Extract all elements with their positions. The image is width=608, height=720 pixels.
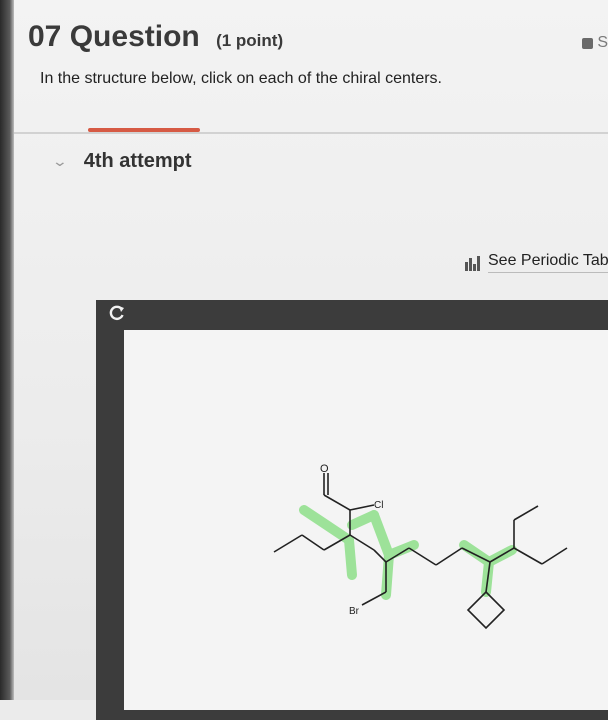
screen-edge <box>0 0 14 700</box>
skeletal-bonds <box>273 473 568 630</box>
chiral-highlights <box>299 505 517 600</box>
top-right-letter: S <box>597 34 608 51</box>
question-points: (1 point) <box>216 31 284 50</box>
molecule-structure[interactable]: O Cl Br <box>124 330 608 710</box>
question-prompt: In the structure below, click on each of… <box>40 70 442 87</box>
periodic-table-link[interactable]: See Periodic Table <box>464 252 608 273</box>
bar-chart-icon <box>465 255 480 271</box>
periodic-table-label: See Periodic Table <box>488 252 608 273</box>
question-title: 07 Question (1 point) <box>28 20 283 54</box>
question-word: Question <box>69 20 200 53</box>
top-right-control[interactable]: S <box>582 34 608 52</box>
question-number: 07 <box>28 20 62 53</box>
square-icon <box>582 37 594 49</box>
chlorine-label: Cl <box>374 500 383 511</box>
attempt-toggle[interactable]: ⌄ 4th attempt <box>51 150 192 173</box>
attempt-progress-bar <box>88 128 200 132</box>
bromine-label: Br <box>349 606 360 617</box>
chevron-down-icon: ⌄ <box>51 153 69 169</box>
oxygen-label: O <box>320 463 329 475</box>
divider <box>14 132 608 134</box>
attempt-label: 4th attempt <box>83 150 192 172</box>
refresh-icon[interactable] <box>108 304 126 322</box>
